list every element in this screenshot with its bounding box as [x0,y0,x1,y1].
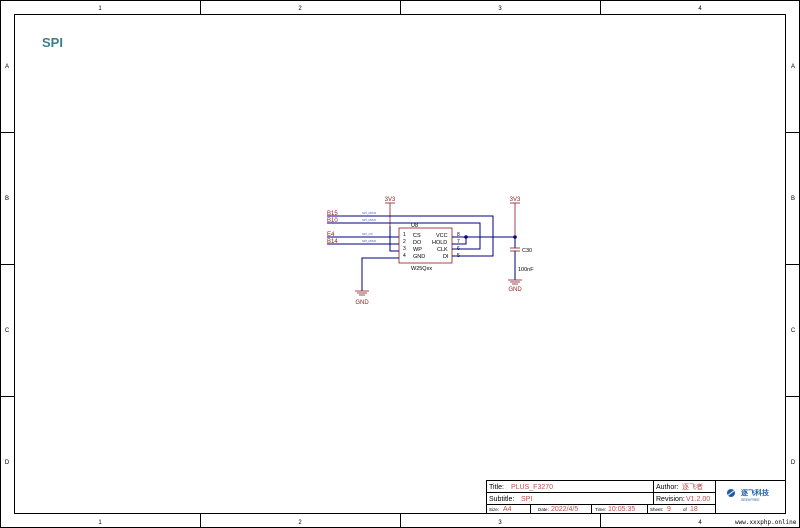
col-label-4-bottom: 4 [698,520,702,526]
power-3v3-chip: 3V3 [385,197,396,226]
tb-of-label: of [683,507,688,512]
svg-text:DI: DI [443,254,449,260]
tb-date-value: 2022/4/5 [551,506,578,513]
tb-revision-value: V1.2.00 [686,496,710,503]
tb-size-label: Size: [489,507,499,512]
sheet-title: SPI [42,35,63,50]
row-label-a-left: A [5,64,9,70]
col-label-2-top: 2 [298,6,302,12]
svg-text:SPI_MISO: SPI_MISO [362,239,377,243]
inner-frame [14,14,786,514]
svg-text:SPI_MOSI: SPI_MOSI [362,211,376,215]
tb-title-value: PLUS_F3270 [511,484,553,491]
svg-text:CS: CS [413,233,421,239]
svg-text:2: 2 [403,239,406,245]
company-name: 逐飞科技 [741,488,770,497]
tb-subtitle-value: SPI [521,496,532,503]
tb-revision-label: Revision: [656,496,685,503]
svg-text:HOLD: HOLD [432,240,447,246]
watermark: www.xxxphp.online [735,519,797,526]
svg-text:CLK: CLK [437,247,448,253]
capacitor-c30: C30 100nF [510,237,534,280]
col-label-3-top: 3 [498,6,502,12]
svg-text:100nF: 100nF [518,267,534,273]
svg-text:VCC: VCC [436,233,448,239]
chip-designator: U8 [411,223,418,229]
row-label-d-right: D [791,460,796,466]
tb-of-value: 18 [690,506,698,513]
col-label-2-bottom: 2 [298,520,302,526]
tb-sheet-label: Sheet: [650,507,663,512]
svg-text:3V3: 3V3 [510,197,521,203]
svg-text:WP: WP [413,247,422,253]
row-label-a-right: A [791,64,795,70]
svg-text:1: 1 [403,232,406,238]
gnd-symbol-cap: GND [508,279,522,293]
tb-subtitle-label: Subtitle: [489,496,514,503]
chip-part: W25Qxx [411,266,432,272]
power-3v3-cap: 3V3 [510,197,521,237]
company-logo: 逐飞科技 SEEKFREE [726,488,770,502]
row-label-b-right: B [791,196,795,202]
tb-time-label: Time: [595,507,606,512]
column-dividers [200,0,601,528]
tb-author-label: Author: [656,484,679,491]
outer-frame [0,0,800,528]
svg-text:3: 3 [403,246,406,252]
schematic-sheet: 1 2 3 4 1 2 3 4 A B C D A B C D SPI 3V3 … [0,0,800,528]
tb-sheet-value: 9 [667,506,671,513]
gnd-symbol-chip: GND [355,290,369,306]
company-name-en: SEEKFREE [741,498,760,502]
svg-text:GND: GND [508,287,522,293]
svg-text:C30: C30 [522,248,532,254]
row-label-c-right: C [791,328,796,334]
row-label-c-left: C [5,328,10,334]
junction-vcc-hold [464,235,468,239]
svg-text:3V3: 3V3 [385,197,396,203]
svg-text:SPI_CS: SPI_CS [362,232,373,236]
svg-text:4: 4 [403,253,406,259]
tb-time-value: 10:05:35 [608,506,635,513]
row-label-d-left: D [5,460,10,466]
svg-text:DO: DO [413,240,422,246]
svg-text:SPI_MISO: SPI_MISO [362,218,377,222]
row-dividers [0,132,800,397]
tb-author-value: 逐飞者 [682,483,703,491]
col-label-1-top: 1 [98,6,102,12]
col-label-3-bottom: 3 [498,520,502,526]
col-label-1-bottom: 1 [98,520,102,526]
tb-size-value: A4 [503,506,512,513]
tb-date-label: Date: [538,507,549,512]
svg-text:GND: GND [355,300,369,306]
tb-title-label: Title: [489,484,504,491]
col-label-4-top: 4 [698,6,702,12]
row-label-b-left: B [5,196,9,202]
svg-text:GND: GND [413,254,425,260]
